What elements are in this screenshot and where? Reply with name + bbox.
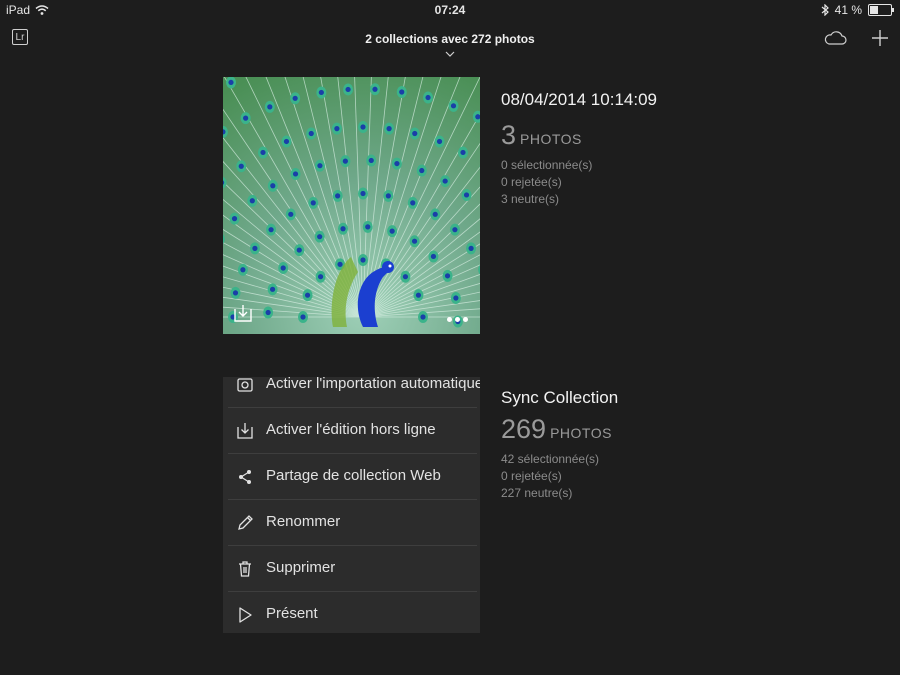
menu-item-label: Activer l'édition hors ligne (266, 421, 436, 438)
header: 2 collections avec 272 photos (0, 30, 900, 57)
chevron-down-icon[interactable] (445, 51, 455, 57)
more-options-icon[interactable] (447, 317, 468, 322)
collection-info: Sync Collection 269 PHOTOS 42 sélectionné… (501, 388, 618, 502)
photo-count-unit: PHOTOS (520, 131, 582, 147)
photo-count-number: 269 (501, 414, 547, 444)
page-title[interactable]: 2 collections avec 272 photos (365, 32, 534, 46)
menu-item-delete[interactable]: Supprimer (228, 546, 477, 592)
play-icon (239, 607, 252, 623)
battery-icon (868, 4, 894, 16)
collection-thumbnail[interactable] (223, 77, 480, 334)
menu-item-label: Renommer (266, 513, 341, 530)
status-bar: iPad 07:24 41 % (0, 0, 900, 20)
rejected-count: 0 rejetée(s) (501, 175, 562, 189)
photo-count: 3 PHOTOS (501, 120, 657, 151)
status-time: 07:24 (434, 3, 466, 17)
trash-icon (239, 561, 251, 577)
photo-count: 269 PHOTOS (501, 414, 618, 445)
photo-count-number: 3 (501, 120, 517, 150)
neutral-count: 3 neutre(s) (501, 192, 560, 206)
camera-icon (237, 378, 253, 392)
collection-name[interactable]: Sync Collection (501, 388, 618, 408)
menu-item-present[interactable]: Présent (228, 592, 477, 633)
menu-item-label: Supprimer (266, 559, 336, 576)
selected-count: 42 sélectionnée(s) (501, 452, 600, 466)
menu-item-auto-import[interactable]: Activer l'importation automatique (228, 377, 480, 408)
collection-options-menu: Activer l'importation automatique Active… (223, 377, 480, 633)
menu-item-label: Partage de collection Web (266, 467, 441, 484)
pencil-icon (238, 515, 253, 530)
battery-percent: 41 % (834, 3, 862, 17)
download-icon (237, 423, 253, 439)
photo-count-unit: PHOTOS (550, 425, 612, 441)
menu-item-label: Activer l'importation automatique (266, 377, 480, 392)
menu-item-web-share[interactable]: Partage de collection Web (228, 454, 477, 500)
collection-name[interactable]: 08/04/2014 10:14:09 (501, 90, 657, 110)
bluetooth-icon (821, 4, 829, 16)
neutral-count: 227 neutre(s) (501, 486, 573, 500)
menu-item-offline-editing[interactable]: Activer l'édition hors ligne (228, 408, 477, 454)
rejected-count: 0 rejetée(s) (501, 469, 562, 483)
menu-item-rename[interactable]: Renommer (228, 500, 477, 546)
share-icon (239, 470, 251, 484)
status-right: 41 % (821, 3, 894, 17)
cloud-icon[interactable] (823, 30, 847, 46)
menu-item-label: Présent (266, 605, 318, 622)
add-icon[interactable] (871, 29, 889, 47)
collection-info: 08/04/2014 10:14:09 3 PHOTOS 0 sélectionn… (501, 90, 657, 208)
selected-count: 0 sélectionnée(s) (501, 158, 593, 172)
download-icon[interactable] (233, 303, 253, 323)
peacock-image (223, 77, 480, 334)
